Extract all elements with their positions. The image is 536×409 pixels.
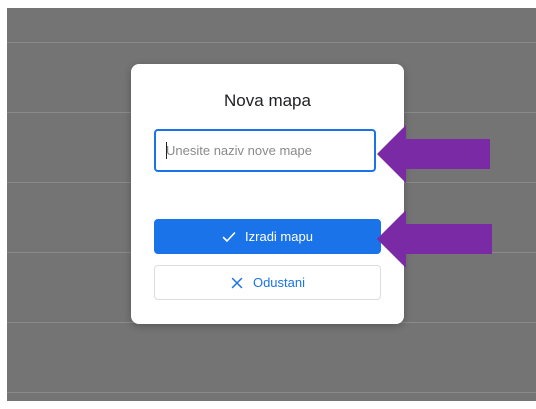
create-folder-button[interactable]: Izradi mapu [154, 219, 381, 254]
check-icon [222, 230, 236, 244]
screen: Nova mapa Izradi mapu Odustani [0, 0, 536, 409]
arrow-pointing-to-create-button [377, 210, 492, 268]
new-folder-dialog: Nova mapa Izradi mapu Odustani [131, 64, 404, 324]
text-cursor [166, 142, 167, 159]
cancel-button[interactable]: Odustani [154, 265, 381, 300]
create-folder-label: Izradi mapu [245, 229, 313, 244]
close-icon [230, 276, 244, 290]
arrow-pointing-to-input [377, 125, 490, 183]
cancel-label: Odustani [252, 275, 306, 290]
dialog-title: Nova mapa [224, 91, 311, 110]
list-divider [7, 392, 536, 393]
folder-name-input[interactable] [154, 129, 376, 172]
list-divider [7, 42, 536, 43]
